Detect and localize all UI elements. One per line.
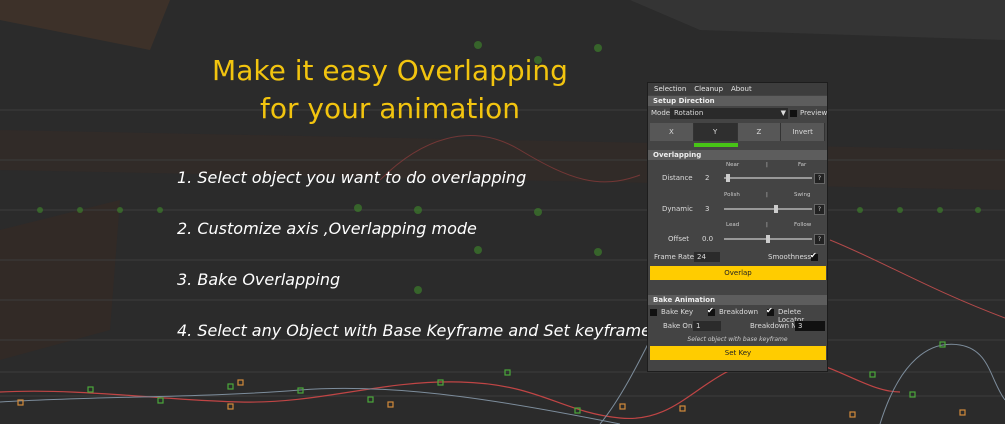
bake-options-row: Bake Key Breakdown Delete Locator (648, 306, 827, 324)
delete-locator-checkbox[interactable] (766, 306, 774, 316)
distance-left-label: Near (726, 162, 740, 168)
dynamic-value: 3 (705, 205, 710, 213)
offset-label: Offset (668, 235, 690, 243)
offset-slider-knob[interactable] (766, 235, 770, 243)
offset-help-icon[interactable]: ? (814, 234, 825, 245)
setup-direction-header[interactable]: Setup Direction (648, 96, 827, 106)
bake-hint: Select object with base keyframe (687, 336, 788, 343)
axis-x-button[interactable]: X (650, 123, 694, 141)
frame-rate-input[interactable]: 24 (694, 252, 720, 262)
breakdown-checkbox[interactable] (707, 306, 715, 316)
headline-line-2: for your animation (259, 92, 520, 125)
mode-value: Rotation (674, 109, 704, 117)
distance-value: 2 (705, 174, 710, 182)
step-4: 4. Select any Object with Base Keyframe … (177, 321, 651, 340)
axis-z-button[interactable]: Z (737, 123, 782, 141)
step-1: 1. Select object you want to do overlapp… (177, 168, 527, 187)
dropdown-arrow-icon: ▼ (780, 109, 786, 117)
bake-on-label: Bake On (663, 322, 693, 330)
distance-row: Near | Far Distance 2 ? (648, 161, 827, 191)
distance-slider-knob[interactable] (725, 174, 730, 182)
overlap-button[interactable]: Overlap (650, 266, 826, 280)
mode-row: Mode Rotation ▼ Preview (648, 107, 827, 121)
preview-label: Preview (800, 109, 828, 117)
bake-animation-header[interactable]: Bake Animation (648, 295, 827, 305)
dynamic-mid-label: | (766, 192, 768, 198)
menu-bar: Selection Cleanup About (648, 83, 827, 95)
distance-label: Distance (662, 174, 693, 182)
bake-on-input[interactable]: 1 (693, 321, 721, 331)
breakdown-label: Breakdown (719, 308, 759, 316)
set-key-button[interactable]: Set Key (650, 346, 826, 360)
dynamic-row: Polish | Swing Dynamic 3 ? (648, 191, 827, 221)
offset-right-label: Follow (794, 222, 812, 228)
overlapping-header[interactable]: Overlapping (648, 150, 827, 160)
dynamic-label: Dynamic (662, 205, 693, 213)
frame-rate-label: Frame Rate (654, 253, 695, 261)
offset-value: 0.0 (702, 235, 714, 243)
mode-label: Mode (651, 109, 671, 117)
overlap-tool-panel: Selection Cleanup About Setup Direction … (647, 82, 828, 372)
distance-mid-label: | (766, 162, 768, 168)
step-3: 3. Bake Overlapping (177, 270, 341, 289)
breakdown-n-input[interactable]: 3 (795, 321, 825, 331)
offset-left-label: Lead (726, 222, 740, 228)
axis-selector: X Y Z Invert (650, 123, 825, 141)
menu-about[interactable]: About (731, 85, 752, 93)
offset-mid-label: | (766, 222, 768, 228)
dynamic-right-label: Swing (794, 192, 811, 198)
offset-row: Lead | Follow Offset 0.0 ? (648, 221, 827, 251)
distance-slider[interactable] (724, 177, 812, 179)
step-list: 1. Select object you want to do overlapp… (177, 168, 651, 372)
preview-checkbox[interactable] (790, 109, 797, 117)
smoothness-checkbox[interactable] (810, 251, 818, 261)
mode-dropdown[interactable]: Rotation ▼ (670, 108, 788, 119)
dynamic-slider-knob[interactable] (774, 205, 779, 213)
active-axis-indicator (694, 143, 738, 147)
menu-selection[interactable]: Selection (654, 85, 686, 93)
axis-y-button[interactable]: Y (693, 123, 738, 141)
dynamic-slider[interactable] (724, 208, 812, 210)
frame-rate-row: Frame Rate 24 Smoothness (648, 251, 827, 266)
distance-help-icon[interactable]: ? (814, 173, 825, 184)
bake-key-checkbox[interactable] (650, 308, 657, 316)
dynamic-help-icon[interactable]: ? (814, 204, 825, 215)
bake-key-label: Bake Key (661, 308, 694, 316)
menu-cleanup[interactable]: Cleanup (694, 85, 723, 93)
bake-on-row: Bake On 1 Breakdown N 3 (648, 319, 827, 334)
headline-line-1: Make it easy Overlapping (212, 54, 568, 87)
smoothness-label: Smoothness (768, 253, 812, 261)
invert-button[interactable]: Invert (781, 123, 825, 141)
breakdown-n-label: Breakdown N (750, 322, 797, 330)
dynamic-left-label: Polish (724, 192, 740, 198)
step-2: 2. Customize axis ,Overlapping mode (177, 219, 477, 238)
distance-right-label: Far (798, 162, 807, 168)
headline: Make it easy Overlapping for your animat… (150, 52, 630, 128)
